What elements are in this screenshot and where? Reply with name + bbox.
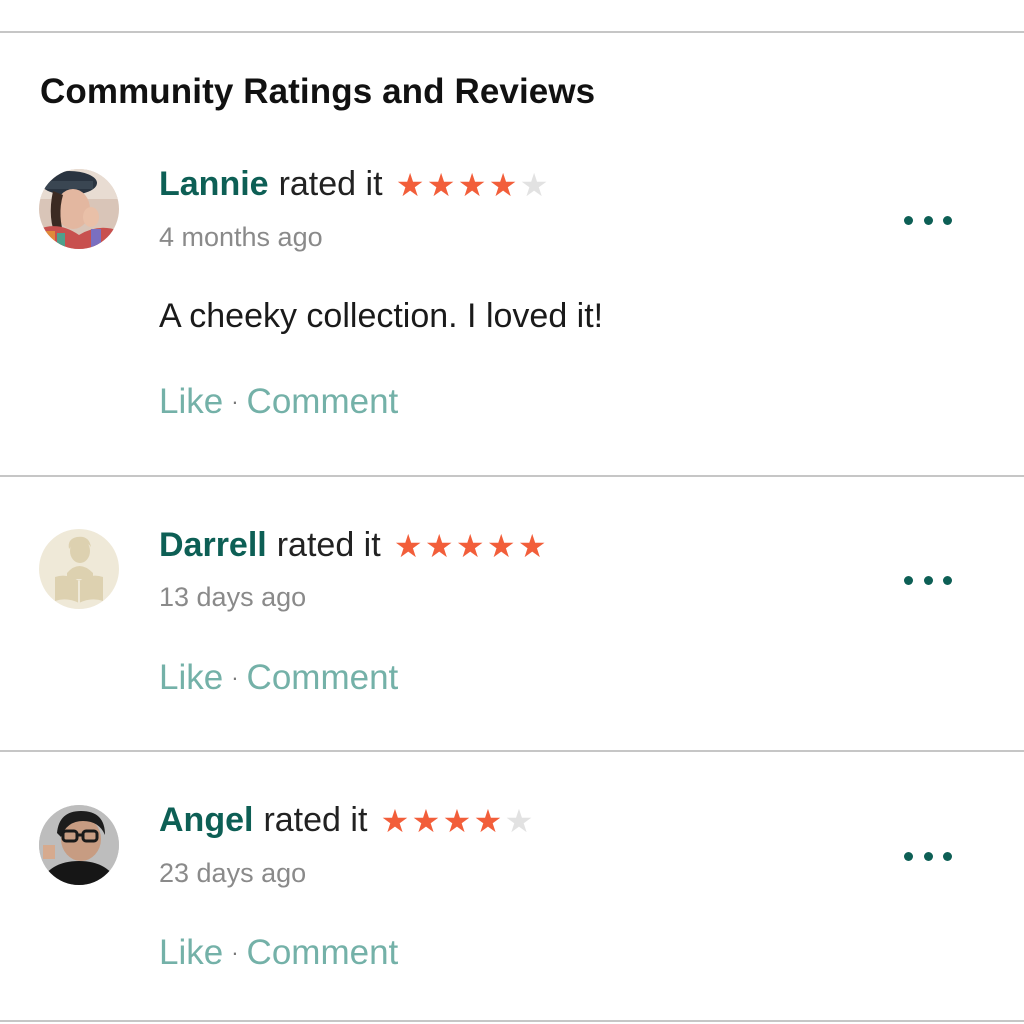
like-button[interactable]: Like bbox=[159, 382, 223, 421]
user-name-link[interactable]: Darrell bbox=[159, 526, 267, 565]
rating-line: Darrell rated it ★ ★ ★ ★ ★ bbox=[159, 526, 548, 565]
comment-button[interactable]: Comment bbox=[247, 933, 399, 972]
avatar[interactable] bbox=[39, 169, 119, 249]
star-filled-icon: ★ bbox=[473, 802, 503, 839]
star-filled-icon: ★ bbox=[380, 802, 410, 839]
review-text: A cheeky collection. I loved it! bbox=[159, 297, 604, 335]
user-photo-avatar bbox=[39, 169, 119, 249]
review-actions: Like · Comment bbox=[159, 382, 398, 422]
star-filled-icon: ★ bbox=[393, 527, 423, 564]
review-divider bbox=[0, 750, 1024, 752]
action-separator: · bbox=[231, 389, 239, 414]
review-timestamp: 13 days ago bbox=[159, 582, 307, 612]
star-filled-icon: ★ bbox=[457, 166, 487, 203]
star-rating: ★ ★ ★ ★ ★ bbox=[393, 530, 548, 562]
review-timestamp: 23 days ago bbox=[159, 858, 307, 888]
star-empty-icon: ★ bbox=[519, 166, 549, 203]
rating-line: Lannie rated it ★ ★ ★ ★ ★ bbox=[159, 165, 550, 204]
star-filled-icon: ★ bbox=[424, 527, 454, 564]
like-button[interactable]: Like bbox=[159, 658, 223, 697]
star-empty-icon: ★ bbox=[504, 802, 534, 839]
star-rating: ★ ★ ★ ★ ★ bbox=[379, 805, 534, 837]
star-rating: ★ ★ ★ ★ ★ bbox=[395, 169, 550, 201]
more-options-icon[interactable] bbox=[904, 570, 952, 590]
more-options-icon[interactable] bbox=[904, 210, 952, 230]
review-actions: Like · Comment bbox=[159, 658, 398, 698]
review-divider bbox=[0, 475, 1024, 477]
action-separator: · bbox=[231, 665, 239, 690]
section-title: Community Ratings and Reviews bbox=[40, 72, 596, 111]
star-filled-icon: ★ bbox=[442, 802, 472, 839]
star-filled-icon: ★ bbox=[426, 166, 456, 203]
avatar[interactable] bbox=[39, 805, 119, 885]
review-timestamp: 4 months ago bbox=[159, 222, 323, 252]
bottom-divider bbox=[0, 1020, 1024, 1022]
action-separator: · bbox=[231, 940, 239, 965]
user-photo-avatar bbox=[39, 805, 119, 885]
default-reader-avatar-icon bbox=[39, 529, 119, 609]
review-actions: Like · Comment bbox=[159, 933, 398, 973]
avatar[interactable] bbox=[39, 529, 119, 609]
user-name-link[interactable]: Angel bbox=[159, 801, 253, 840]
star-filled-icon: ★ bbox=[395, 166, 425, 203]
rating-line: Angel rated it ★ ★ ★ ★ ★ bbox=[159, 801, 534, 840]
star-filled-icon: ★ bbox=[488, 166, 518, 203]
reviews-page: Community Ratings and Reviews Lannie rat… bbox=[0, 0, 1024, 1024]
top-divider bbox=[0, 31, 1024, 33]
more-options-icon[interactable] bbox=[904, 846, 952, 866]
rated-it-label: rated it bbox=[276, 526, 381, 564]
comment-button[interactable]: Comment bbox=[247, 382, 399, 421]
star-filled-icon: ★ bbox=[486, 527, 516, 564]
star-filled-icon: ★ bbox=[517, 527, 547, 564]
comment-button[interactable]: Comment bbox=[247, 658, 399, 697]
like-button[interactable]: Like bbox=[159, 933, 223, 972]
star-filled-icon: ★ bbox=[455, 527, 485, 564]
rated-it-label: rated it bbox=[263, 801, 368, 839]
star-filled-icon: ★ bbox=[411, 802, 441, 839]
user-name-link[interactable]: Lannie bbox=[159, 165, 269, 204]
rated-it-label: rated it bbox=[278, 165, 383, 203]
